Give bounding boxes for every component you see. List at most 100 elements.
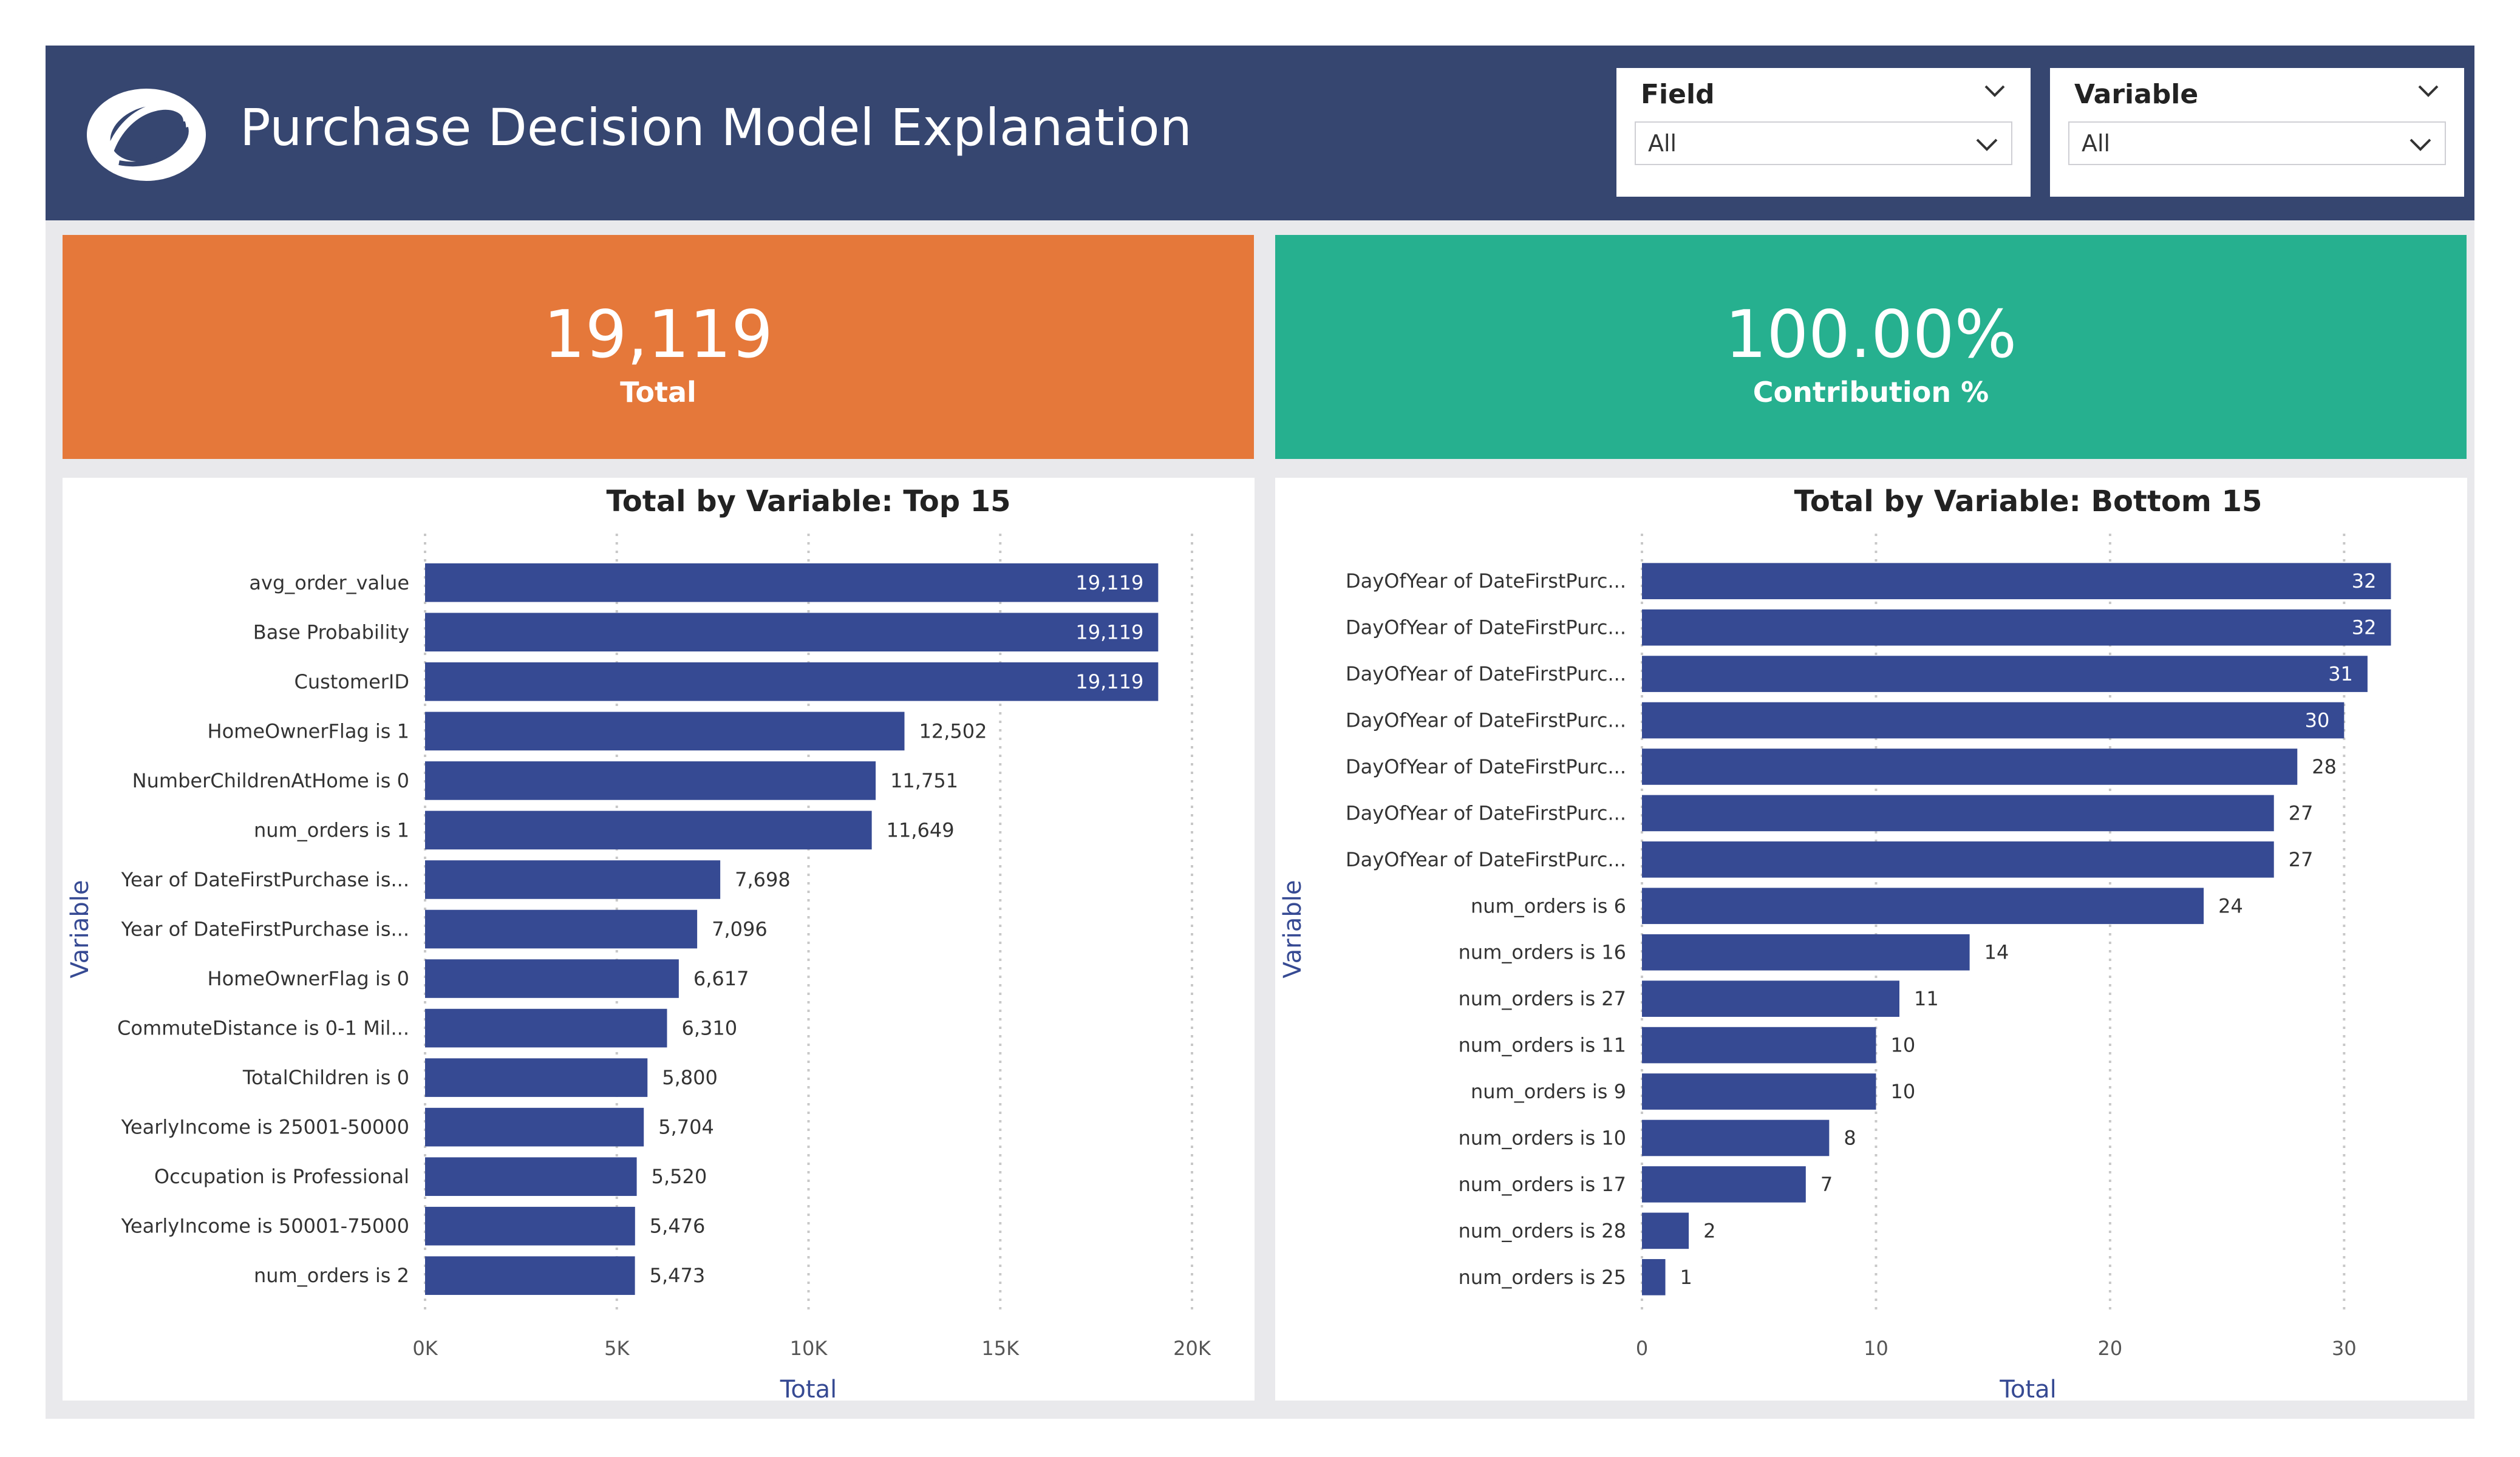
- top15-category-label: Occupation is Professional: [154, 1165, 409, 1188]
- top15-bar[interactable]: [425, 1008, 667, 1048]
- bottom15-category-label: num_orders is 27: [1459, 987, 1626, 1010]
- chevron-down-icon[interactable]: [1975, 137, 1999, 152]
- bottom15-category-label: DayOfYear of DateFirstPurc...: [1346, 709, 1626, 732]
- bottom15-bar[interactable]: [1642, 563, 2391, 600]
- bottom15-category-label: num_orders is 16: [1459, 941, 1626, 964]
- top15-bar[interactable]: [425, 1157, 637, 1196]
- bottom15-bar[interactable]: [1642, 1027, 1876, 1064]
- bottom15-bar[interactable]: [1642, 795, 2274, 832]
- field-slicer[interactable]: Field All: [1616, 68, 2031, 197]
- bottom15-data-label: 11: [1914, 987, 1939, 1010]
- chevron-down-icon[interactable]: [2417, 84, 2440, 98]
- top15-bar[interactable]: [425, 860, 721, 899]
- top15-data-label: 11,649: [887, 818, 955, 841]
- bottom15-category-label: num_orders is 6: [1471, 894, 1626, 917]
- bottom15-bar[interactable]: [1642, 749, 2298, 785]
- top15-bar[interactable]: [425, 712, 905, 751]
- bottom15-category-label: num_orders is 11: [1459, 1034, 1626, 1057]
- bottom15-bar-chart: Total by Variable: Bottom 15 0 10 20 30 DayOf…: [1279, 484, 2391, 1401]
- top15-category-label: Base Probability: [253, 620, 409, 644]
- bottom15-bar[interactable]: [1642, 1212, 1689, 1249]
- top15-x-tick-label: 0K: [412, 1337, 438, 1360]
- variable-dropdown[interactable]: All: [2068, 121, 2446, 165]
- bottom15-bar[interactable]: [1642, 702, 2345, 739]
- top15-data-label: 19,119: [1075, 620, 1143, 644]
- contribution-card: 100.00% Contribution %: [1275, 235, 2467, 459]
- top15-bar[interactable]: [425, 761, 876, 800]
- field-dropdown[interactable]: All: [1635, 121, 2012, 165]
- top15-bar[interactable]: [425, 810, 872, 850]
- bottom15-data-label: 2: [1703, 1219, 1715, 1242]
- bottom15-category-label: num_orders is 10: [1459, 1126, 1626, 1149]
- bottom15-data-label: 27: [2289, 848, 2314, 871]
- top15-bar[interactable]: [425, 1107, 644, 1147]
- bottom15-category-label: DayOfYear of DateFirstPurc...: [1346, 755, 1626, 778]
- bottom15-bar[interactable]: [1642, 1073, 1876, 1110]
- top15-category-label: CustomerID: [294, 670, 409, 693]
- bottom15-data-label: 28: [2312, 755, 2337, 778]
- bottom15-chart-panel: Total by Variable: Bottom 15 0 10 20 30 DayOf…: [1275, 478, 2467, 1401]
- bottom15-bar[interactable]: [1642, 980, 1899, 1017]
- variable-slicer-label: Variable: [2074, 79, 2199, 110]
- bottom15-bar[interactable]: [1642, 656, 2368, 692]
- top15-bar[interactable]: [425, 959, 679, 998]
- top15-category-label: YearlyIncome is 25001-50000: [121, 1116, 409, 1139]
- bottom15-x-tick-label: 20: [2098, 1337, 2123, 1360]
- bottom15-bar[interactable]: [1642, 609, 2391, 646]
- bottom15-data-label: 1: [1680, 1266, 1692, 1289]
- top15-bar[interactable]: [425, 613, 1159, 652]
- top15-data-label: 12,502: [919, 719, 987, 742]
- top15-bar-chart: Total by Variable: Top 15 0K 5K 10K 15K 20K av…: [66, 484, 1211, 1401]
- bottom15-data-label: 32: [2352, 616, 2377, 639]
- top15-bar[interactable]: [425, 909, 698, 949]
- top15-data-label: 6,310: [681, 1017, 737, 1040]
- top15-bar[interactable]: [425, 563, 1159, 602]
- bottom15-category-label: DayOfYear of DateFirstPurc...: [1346, 616, 1626, 639]
- bottom15-x-axis-title: Total: [1999, 1376, 2056, 1401]
- top15-bar[interactable]: [425, 1206, 635, 1246]
- ring-swirl-logo-icon: [87, 89, 206, 181]
- top15-x-tick-label: 15K: [981, 1337, 1020, 1360]
- bottom15-bar[interactable]: [1642, 934, 1970, 971]
- bottom15-chart-title: Total by Variable: Bottom 15: [1794, 484, 2263, 518]
- field-dropdown-value: All: [1648, 130, 1677, 157]
- top15-category-label: HomeOwnerFlag is 1: [208, 719, 409, 742]
- top15-data-label: 19,119: [1075, 670, 1143, 693]
- bottom15-x-tick-label: 10: [1864, 1337, 1888, 1360]
- contribution-card-label: Contribution %: [1752, 376, 1989, 409]
- top15-bar[interactable]: [425, 662, 1159, 701]
- bottom15-category-label: DayOfYear of DateFirstPurc...: [1346, 662, 1626, 685]
- bottom15-data-label: 10: [1890, 1080, 1915, 1103]
- top15-bar[interactable]: [425, 1058, 648, 1097]
- top15-category-label: avg_order_value: [249, 571, 409, 594]
- bottom15-bar[interactable]: [1642, 841, 2274, 878]
- report-title: Purchase Decision Model Explanation: [240, 98, 1192, 157]
- total-card-value: 19,119: [543, 297, 773, 373]
- chevron-down-icon[interactable]: [2408, 137, 2433, 152]
- top15-category-label: num_orders is 1: [254, 818, 409, 841]
- bottom15-data-label: 7: [1820, 1173, 1833, 1196]
- top15-data-label: 19,119: [1075, 571, 1143, 594]
- bottom15-data-label: 27: [2289, 801, 2314, 824]
- top15-y-axis-title: Variable: [66, 880, 94, 979]
- top15-category-label: TotalChildren is 0: [242, 1066, 409, 1089]
- top15-data-label: 6,617: [693, 967, 749, 990]
- bottom15-category-label: num_orders is 9: [1471, 1080, 1626, 1103]
- top15-x-tick-label: 20K: [1173, 1337, 1211, 1360]
- chevron-down-icon[interactable]: [1983, 84, 2006, 98]
- bottom15-bar[interactable]: [1642, 888, 2204, 925]
- bottom15-bar[interactable]: [1642, 1258, 1666, 1296]
- bottom15-x-tick-label: 30: [2332, 1337, 2357, 1360]
- variable-slicer[interactable]: Variable All: [2050, 68, 2464, 197]
- bottom15-category-label: num_orders is 28: [1459, 1219, 1626, 1242]
- bottom15-data-label: 30: [2305, 709, 2330, 732]
- top15-category-label: YearlyIncome is 50001-75000: [121, 1215, 409, 1238]
- top15-x-tick-label: 10K: [790, 1337, 828, 1360]
- bottom15-data-label: 24: [2218, 894, 2243, 917]
- bottom15-bar[interactable]: [1642, 1166, 1806, 1203]
- top15-data-label: 7,698: [735, 868, 791, 891]
- top15-bar[interactable]: [425, 1256, 635, 1296]
- bottom15-bar[interactable]: [1642, 1119, 1830, 1156]
- top15-chart-panel: Total by Variable: Top 15 0K 5K 10K 15K 20K av…: [63, 478, 1255, 1401]
- bottom15-data-label: 32: [2352, 569, 2377, 593]
